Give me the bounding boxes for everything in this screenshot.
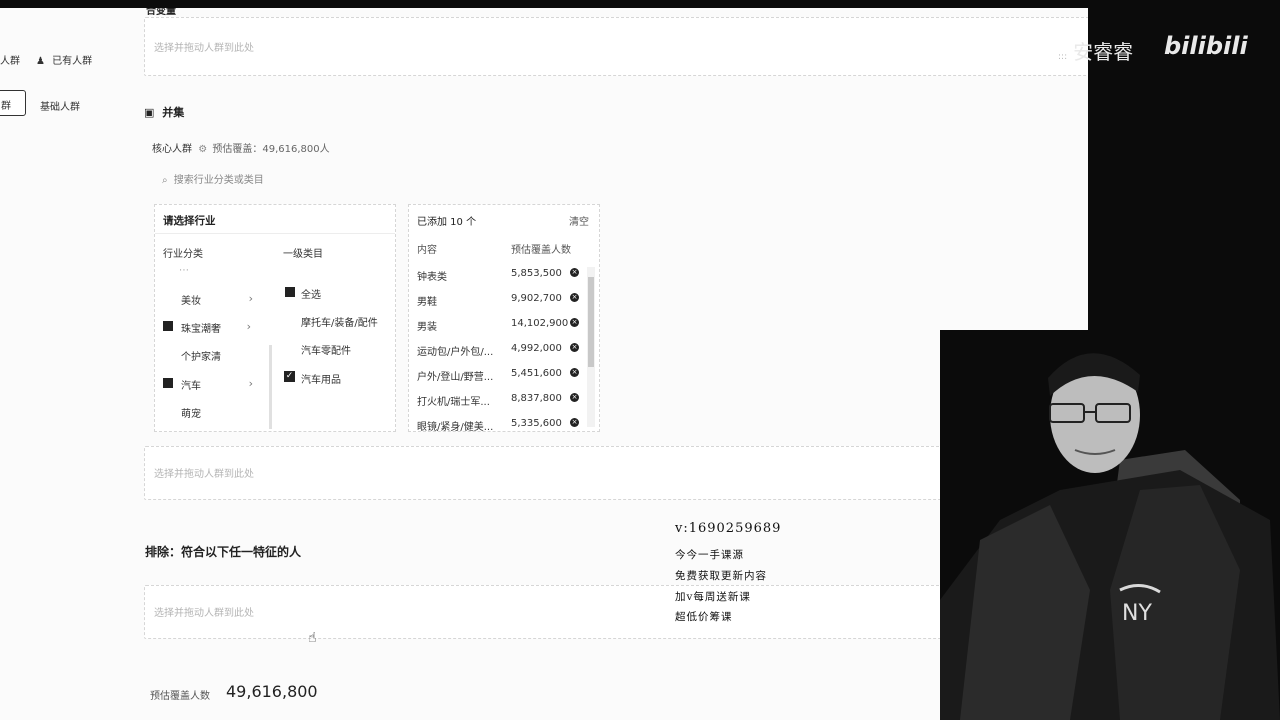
tab-crowd[interactable]: 群 bbox=[0, 90, 26, 116]
added-count: 已添加 10 个 bbox=[417, 217, 477, 228]
checkbox-checked[interactable]: ✓ bbox=[284, 371, 295, 382]
exclude-title: 排除：符合以下任一特征的人 bbox=[145, 545, 302, 559]
chevron-right-icon: › bbox=[248, 292, 253, 305]
category-list: ⋯ 美妆 › 珠宝潮奢 › 个护家清 汽车 › 萌宠 bbox=[155, 261, 275, 431]
tab-basic-crowd[interactable]: 基础人群 bbox=[40, 98, 80, 113]
search-icon: ⌕ bbox=[162, 175, 168, 186]
divider bbox=[155, 233, 395, 234]
remove-icon[interactable]: × bbox=[570, 393, 579, 402]
union-title: ▣ 并集 bbox=[144, 106, 185, 119]
list-item: 打火机/瑞士军... 8,837,800 × bbox=[417, 393, 579, 408]
category-jewelry[interactable]: 珠宝潮奢 › bbox=[181, 320, 251, 335]
sidebar-item-existing[interactable]: ♟ 已有人群 bbox=[36, 52, 92, 67]
list-item: 钟表类 5,853,500 × bbox=[417, 268, 579, 283]
watermark-line: 超低价筹课 bbox=[675, 611, 733, 623]
remove-icon[interactable]: × bbox=[570, 368, 579, 377]
footer-estimate-label: 预估覆盖人数 bbox=[150, 691, 210, 702]
level1-item[interactable]: 汽车用品 bbox=[301, 371, 341, 386]
user-icon: ♟ bbox=[36, 56, 45, 67]
list-item: 男装 14,102,900 × bbox=[417, 318, 579, 333]
col-content: 内容 bbox=[417, 245, 437, 256]
list-item[interactable]: ⋯ bbox=[179, 265, 189, 276]
category-auto[interactable]: 汽车 › bbox=[181, 377, 253, 392]
picker-title: 请选择行业 bbox=[163, 215, 216, 227]
remove-icon[interactable]: × bbox=[570, 343, 579, 352]
gear-icon[interactable]: ⚙ bbox=[198, 144, 207, 155]
list-item: 户外/登山/野营... 5,451,600 × bbox=[417, 368, 579, 383]
list-item: 男鞋 9,902,700 × bbox=[417, 293, 579, 308]
scrollbar[interactable] bbox=[587, 267, 595, 427]
category-personal-care[interactable]: 个护家清 bbox=[181, 348, 221, 363]
bilibili-logo: bilibili bbox=[1164, 32, 1248, 60]
watermark-line: 免费获取更新内容 bbox=[675, 570, 767, 582]
added-list-panel: 已添加 10 个 清空 内容 预估覆盖人数 钟表类 5,853,500 × 男鞋 9,… bbox=[408, 204, 600, 432]
level1-item[interactable]: 汽车零配件 bbox=[301, 342, 351, 357]
select-all-checkbox[interactable] bbox=[285, 287, 295, 297]
level1-select-all[interactable]: 全选 bbox=[301, 286, 321, 301]
union-icon: ▣ bbox=[144, 106, 155, 119]
clear-button[interactable]: 清空 bbox=[569, 213, 589, 228]
col-category: 行业分类 bbox=[163, 249, 203, 260]
svg-text:NY: NY bbox=[1122, 601, 1152, 626]
cursor-hand-icon: ☝ bbox=[308, 630, 317, 646]
level1-item[interactable]: 摩托车/装备/配件 bbox=[301, 314, 378, 329]
scrollbar[interactable] bbox=[269, 345, 272, 429]
col-count: 预估覆盖人数 bbox=[511, 245, 571, 256]
remove-icon[interactable]: × bbox=[570, 293, 579, 302]
top-dropzone[interactable]: 选择并拖动人群到此处 bbox=[144, 17, 1088, 76]
industry-picker: 请选择行业 行业分类 一级类目 ⋯ 美妆 › 珠宝潮奢 › 个护家清 汽车 › … bbox=[154, 204, 396, 432]
webcam-person: NY bbox=[940, 330, 1280, 720]
col-level1: 一级类目 bbox=[283, 249, 323, 260]
category-pet[interactable]: 萌宠 bbox=[181, 405, 201, 420]
remove-icon[interactable]: × bbox=[570, 268, 579, 277]
search-input[interactable]: ⌕ 搜索行业分类或类目 bbox=[162, 171, 264, 186]
remove-icon[interactable]: × bbox=[570, 418, 579, 427]
watermark-line: 加v每周送新课 bbox=[675, 591, 751, 603]
remove-icon[interactable]: × bbox=[570, 318, 579, 327]
chevron-right-icon: › bbox=[246, 320, 251, 333]
checkbox-partial[interactable] bbox=[163, 321, 173, 331]
scrollbar-thumb[interactable] bbox=[588, 277, 594, 367]
watermark-line: v:1690259689 bbox=[675, 521, 782, 536]
core-crowd-label: 核心人群 ⚙ 预估覆盖：49,616,800人 bbox=[152, 144, 330, 155]
list-item: 眼镜/紧身/健美... 5,335,600 × bbox=[417, 418, 579, 431]
section-title-top: 合变量 bbox=[146, 8, 176, 17]
sidebar-item-crowd[interactable]: 人群 bbox=[0, 52, 20, 67]
category-beauty[interactable]: 美妆 › bbox=[181, 292, 253, 307]
chevron-right-icon: › bbox=[248, 377, 253, 390]
checkbox-partial[interactable] bbox=[163, 378, 173, 388]
added-rows: 钟表类 5,853,500 × 男鞋 9,902,700 × 男装 14,102,900 ×… bbox=[409, 262, 589, 431]
uploader-name: ::: 安睿睿 bbox=[1058, 40, 1134, 64]
footer-estimate-value: 49,616,800 bbox=[226, 682, 318, 701]
list-item: 运动包/户外包/... 4,992,000 × bbox=[417, 343, 579, 358]
app-window: 人群 ♟ 已有人群 群 基础人群 合变量 选择并拖动人群到此处 ▣ 并集 核心人… bbox=[0, 8, 1088, 720]
watermark-line: 今今一手课源 bbox=[675, 549, 744, 561]
